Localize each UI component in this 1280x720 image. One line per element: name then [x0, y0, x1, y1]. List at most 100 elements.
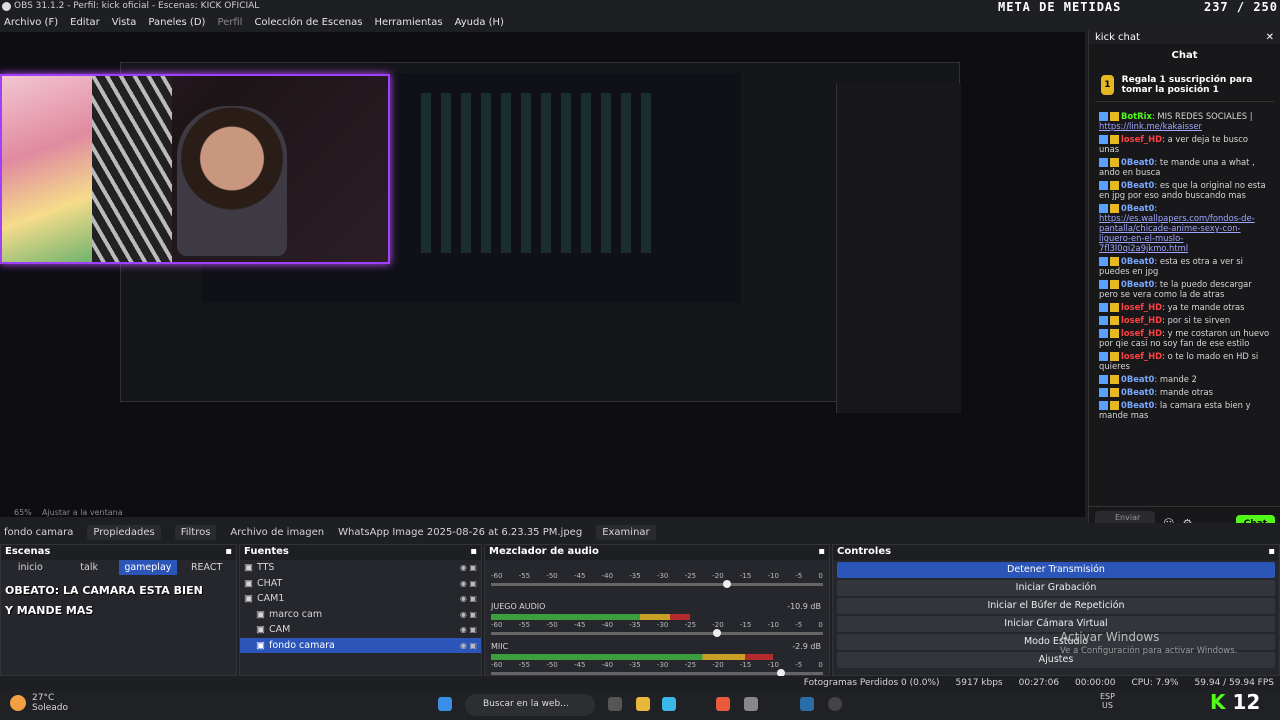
close-icon[interactable]: ✕	[1266, 32, 1274, 43]
scale-tick: -10	[767, 621, 779, 629]
menu-item[interactable]: Colección de Escenas	[254, 17, 362, 28]
source-item[interactable]: ▣ CAM ◉ ▣	[240, 622, 481, 638]
menu-item[interactable]: Vista	[112, 17, 137, 28]
mixer-title: Mezclador de audio	[489, 546, 599, 557]
visibility-icon[interactable]: ◉ ▣	[460, 579, 477, 588]
chat-username[interactable]: losef_HD	[1121, 302, 1162, 312]
chat-username[interactable]: 0Beat0	[1121, 203, 1154, 213]
stream-preview[interactable]	[0, 32, 1085, 517]
chat-username[interactable]: 0Beat0	[1121, 400, 1154, 410]
source-name: CHAT	[256, 577, 283, 589]
chat-message: losef_HD: a ver deja te busco unas	[1099, 134, 1270, 154]
temperature: 27°C	[32, 693, 55, 703]
scene-item[interactable]: REACT	[177, 560, 236, 575]
brave-icon[interactable]	[716, 697, 730, 711]
source-icon: ▣	[256, 608, 265, 620]
chat-username[interactable]: losef_HD	[1121, 351, 1162, 361]
chat-username[interactable]: 0Beat0	[1121, 374, 1154, 384]
badge-icon	[1110, 135, 1119, 144]
scene-item[interactable]: inicio	[1, 560, 60, 575]
chat-username[interactable]: BotRix	[1121, 111, 1152, 121]
dock-menu-icon[interactable]: ▪	[470, 546, 477, 559]
source-name: marco cam	[268, 608, 323, 620]
menu-item[interactable]: Editar	[70, 17, 100, 28]
dock-menu-icon[interactable]: ▪	[225, 546, 232, 559]
source-name: CAM	[268, 624, 291, 636]
properties-button[interactable]: Propiedades	[87, 524, 161, 540]
visibility-icon[interactable]: ◉ ▣	[460, 625, 477, 634]
volume-fader[interactable]	[491, 669, 823, 677]
keyboard-lang[interactable]: ESP	[1100, 692, 1115, 701]
system-tray: ESP US	[1100, 692, 1115, 710]
fader-knob[interactable]	[713, 629, 722, 637]
menu-item[interactable]: Perfil	[217, 17, 242, 28]
volume-fader[interactable]	[491, 580, 823, 588]
source-item[interactable]: ▣ marco cam ◉ ▣	[240, 607, 481, 623]
menu-item[interactable]: Paneles (D)	[148, 17, 205, 28]
chat-username[interactable]: 0Beat0	[1121, 387, 1154, 397]
badge-icon	[1110, 401, 1119, 410]
chat-username[interactable]: 0Beat0	[1121, 279, 1154, 289]
file-explorer-icon[interactable]	[636, 697, 650, 711]
badge-icon	[1099, 280, 1108, 289]
source-item[interactable]: ▣ CHAT ◉ ▣	[240, 576, 481, 592]
volume-fader[interactable]	[491, 629, 823, 637]
menu-item[interactable]: Archivo (F)	[4, 17, 58, 28]
scene-item[interactable]: talk	[60, 560, 119, 575]
control-button[interactable]: Iniciar Cámara Virtual	[837, 616, 1275, 632]
scale-tick: -30	[656, 572, 669, 580]
source-item[interactable]: ▣ fondo camara ◉ ▣	[240, 637, 481, 653]
visibility-icon[interactable]: ◉ ▣	[460, 641, 477, 650]
chat-username[interactable]: 0Beat0	[1121, 180, 1154, 190]
browse-button[interactable]: Examinar	[596, 524, 656, 540]
keyboard-region: US	[1102, 701, 1113, 710]
weather-widget[interactable]: 27°C Soleado	[10, 693, 68, 713]
source-icon: ▣	[244, 562, 253, 574]
fader-knob[interactable]	[723, 580, 732, 588]
chat-link[interactable]: https://link.me/kakaisser	[1099, 121, 1202, 131]
scale-tick: -50	[546, 572, 558, 580]
kick-logo-text: 12	[1232, 690, 1261, 714]
control-button[interactable]: Detener Transmisión	[837, 562, 1275, 578]
dock-menu-icon[interactable]: ▪	[1268, 546, 1275, 559]
visibility-icon[interactable]: ◉ ▣	[460, 610, 477, 619]
steam-icon[interactable]	[800, 697, 814, 711]
scale-tick: -25	[684, 572, 697, 580]
gift-badge-icon: 1	[1101, 75, 1114, 95]
badge-icon	[1099, 329, 1108, 338]
edge-icon[interactable]	[662, 697, 676, 711]
chat-username[interactable]: losef_HD	[1121, 328, 1162, 338]
menu-item[interactable]: Herramientas	[374, 17, 442, 28]
windows-start-icon[interactable]	[438, 697, 452, 711]
control-button[interactable]: Iniciar Grabación	[837, 580, 1275, 596]
chat-username[interactable]: losef_HD	[1121, 315, 1162, 325]
chat-username[interactable]: 0Beat0	[1121, 157, 1154, 167]
dock-menu-icon[interactable]: ▪	[818, 546, 825, 559]
chat-link[interactable]: https://es.wallpapers.com/fondos-de-pant…	[1099, 213, 1255, 253]
scenes-title: Escenas	[5, 546, 51, 557]
settings-icon[interactable]	[744, 697, 758, 711]
chat-overlay: OBEATO: LA CAMARA ESTA BIEN Y MANDE MAS	[5, 581, 203, 621]
source-icon: ▣	[256, 624, 265, 636]
filters-button[interactable]: Filtros	[174, 524, 217, 540]
badge-icon	[1110, 388, 1119, 397]
level-meter	[491, 654, 774, 660]
sun-icon	[10, 695, 26, 711]
pinned-message[interactable]: 1 Regala 1 suscripción para tomar la pos…	[1095, 69, 1274, 102]
chat-username[interactable]: 0Beat0	[1121, 256, 1154, 266]
task-view-icon[interactable]	[608, 697, 622, 711]
control-button[interactable]: Iniciar el Búfer de Repetición	[837, 598, 1275, 614]
menu-item[interactable]: Ayuda (H)	[455, 17, 504, 28]
visibility-icon[interactable]: ◉ ▣	[460, 594, 477, 603]
scale-tick: -60	[491, 621, 503, 629]
source-file: WhatsApp Image 2025-08-26 at 6.23.35 PM.…	[338, 526, 583, 538]
taskbar-search[interactable]: Buscar en la web...	[465, 694, 595, 716]
visibility-icon[interactable]: ◉ ▣	[460, 563, 477, 572]
obs-taskbar-icon[interactable]	[828, 697, 842, 711]
preview-fit[interactable]: Ajustar a la ventana	[42, 508, 123, 517]
source-item[interactable]: ▣ CAM1 ◉ ▣	[240, 591, 481, 607]
source-list: ▣ TTS ◉ ▣ ▣ CHAT ◉ ▣ ▣ CAM1 ◉ ▣ ▣ marco cam ◉ ▣ ▣ CAM…	[240, 560, 481, 653]
chat-username[interactable]: losef_HD	[1121, 134, 1162, 144]
source-item[interactable]: ▣ TTS ◉ ▣	[240, 560, 481, 576]
scene-item[interactable]: gameplay	[118, 560, 178, 575]
